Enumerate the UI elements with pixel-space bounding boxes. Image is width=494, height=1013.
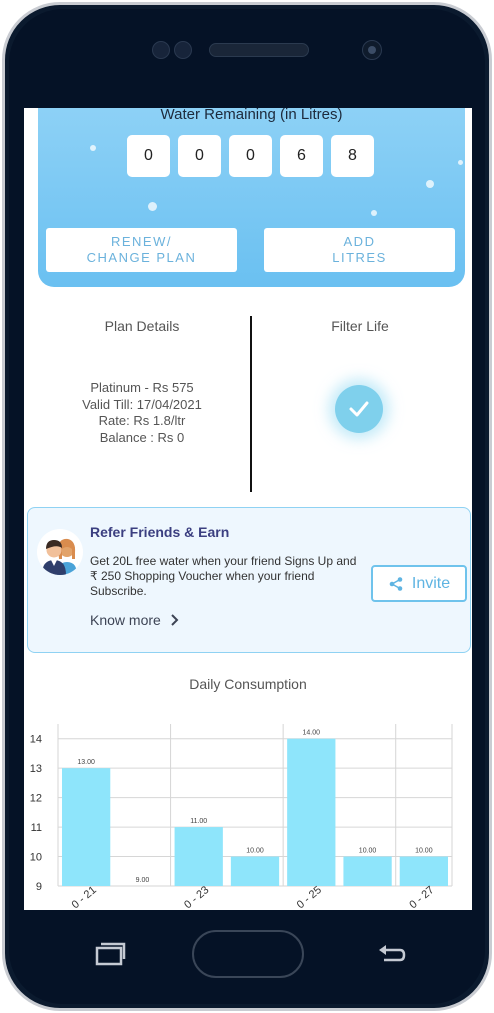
refer-title: Refer Friends & Earn [90, 524, 230, 540]
bar-value-label: 10.00 [246, 848, 264, 855]
chart-bar [399, 856, 448, 886]
chart-bar [62, 768, 111, 886]
x-tick-label: 0 - 21 [70, 884, 99, 910]
know-more-label: Know more [90, 612, 161, 628]
invite-button[interactable]: Invite [371, 565, 467, 602]
bar-value-label: 11.00 [190, 818, 207, 825]
x-tick-label: 0 - 23 [182, 884, 211, 910]
sensor-icon [152, 41, 170, 59]
chart-bar [343, 856, 392, 886]
app-screen: Water Remaining (in Litres) 0 0 0 6 8 RE… [24, 108, 472, 910]
bar-value-label: 10.00 [415, 848, 433, 855]
bar-value-label: 13.00 [77, 759, 95, 766]
renew-change-plan-button[interactable]: RENEW/CHANGE PLAN [46, 228, 237, 272]
counter-digit: 0 [178, 135, 221, 177]
plan-balance: Balance : Rs 0 [99, 429, 185, 445]
snow-dot [426, 180, 434, 188]
recent-apps-icon[interactable] [94, 942, 126, 966]
chart-bar [174, 827, 223, 886]
share-icon [389, 576, 403, 591]
front-camera-icon [362, 40, 382, 60]
counter-digit: 0 [127, 135, 170, 177]
snow-dot [90, 145, 96, 151]
bar-value-label: 14.00 [303, 730, 321, 737]
refer-friends-card: Refer Friends & Earn Get 20L free water … [27, 507, 471, 653]
renew-label-line2: CHANGE PLAN [86, 250, 197, 265]
plan-details-title: Plan Details [104, 318, 180, 334]
counter-digit: 0 [229, 135, 272, 177]
x-tick-label: 0 - 27 [407, 884, 436, 910]
filter-life-title: Filter Life [331, 318, 389, 334]
y-tick-label: 11 [31, 822, 42, 834]
y-tick-label: 12 [30, 793, 42, 805]
snow-dot [458, 160, 463, 165]
friends-avatar-icon [37, 529, 83, 575]
bar-value-label: 9.00 [136, 877, 150, 884]
plan-details: Platinum - Rs 575 Valid Till: 17/04/2021… [30, 380, 254, 446]
refer-description: Get 20L free water when your friend Sign… [90, 554, 357, 598]
invite-label: Invite [411, 574, 451, 592]
chart-bar [230, 856, 280, 886]
home-button[interactable] [192, 930, 304, 978]
filter-ok-check-icon [335, 385, 383, 433]
renew-label-line1: RENEW/ [110, 234, 172, 249]
plan-name: Platinum - Rs 575 [90, 380, 194, 395]
y-tick-label: 13 [30, 763, 42, 775]
sensor-icon [174, 41, 192, 59]
plan-rate: Rate: Rs 1.8/ltr [98, 413, 186, 428]
x-tick-label: 0 - 25 [295, 884, 324, 910]
y-tick-label: 14 [30, 734, 42, 746]
chart-bar [287, 738, 336, 886]
counter-digit: 8 [331, 135, 374, 177]
y-tick-label: 9 [36, 881, 42, 893]
daily-consumption-title: Daily Consumption [189, 676, 307, 692]
android-nav-bar [24, 920, 470, 990]
snow-dot [371, 210, 377, 216]
speaker-grille [209, 43, 309, 57]
litres-counter: 0 0 0 6 8 [127, 135, 374, 177]
plan-valid-till: Valid Till: 17/04/2021 [82, 396, 202, 412]
add-label-line1: ADD [343, 234, 376, 249]
bar-value-label: 10.00 [359, 848, 377, 855]
back-icon[interactable] [374, 942, 406, 966]
water-remaining-title: Water Remaining (in Litres) [160, 108, 343, 123]
snow-dot [148, 202, 157, 211]
plan-section: Plan Details Filter Life Platinum - Rs 5… [24, 316, 472, 498]
add-litres-button[interactable]: ADD LITRES [264, 228, 455, 272]
add-label-line2: LITRES [332, 250, 387, 265]
counter-digit: 6 [280, 135, 323, 177]
water-remaining-card: Water Remaining (in Litres) 0 0 0 6 8 RE… [38, 108, 465, 287]
daily-consumption-chart: 14 13 12 11 10 9 13.00 9.00 11.00 10.00 14.00 10.00… [30, 724, 453, 910]
y-tick-label: 10 [30, 852, 42, 864]
know-more-link[interactable]: Know more [90, 612, 179, 628]
chevron-right-icon [171, 614, 179, 626]
